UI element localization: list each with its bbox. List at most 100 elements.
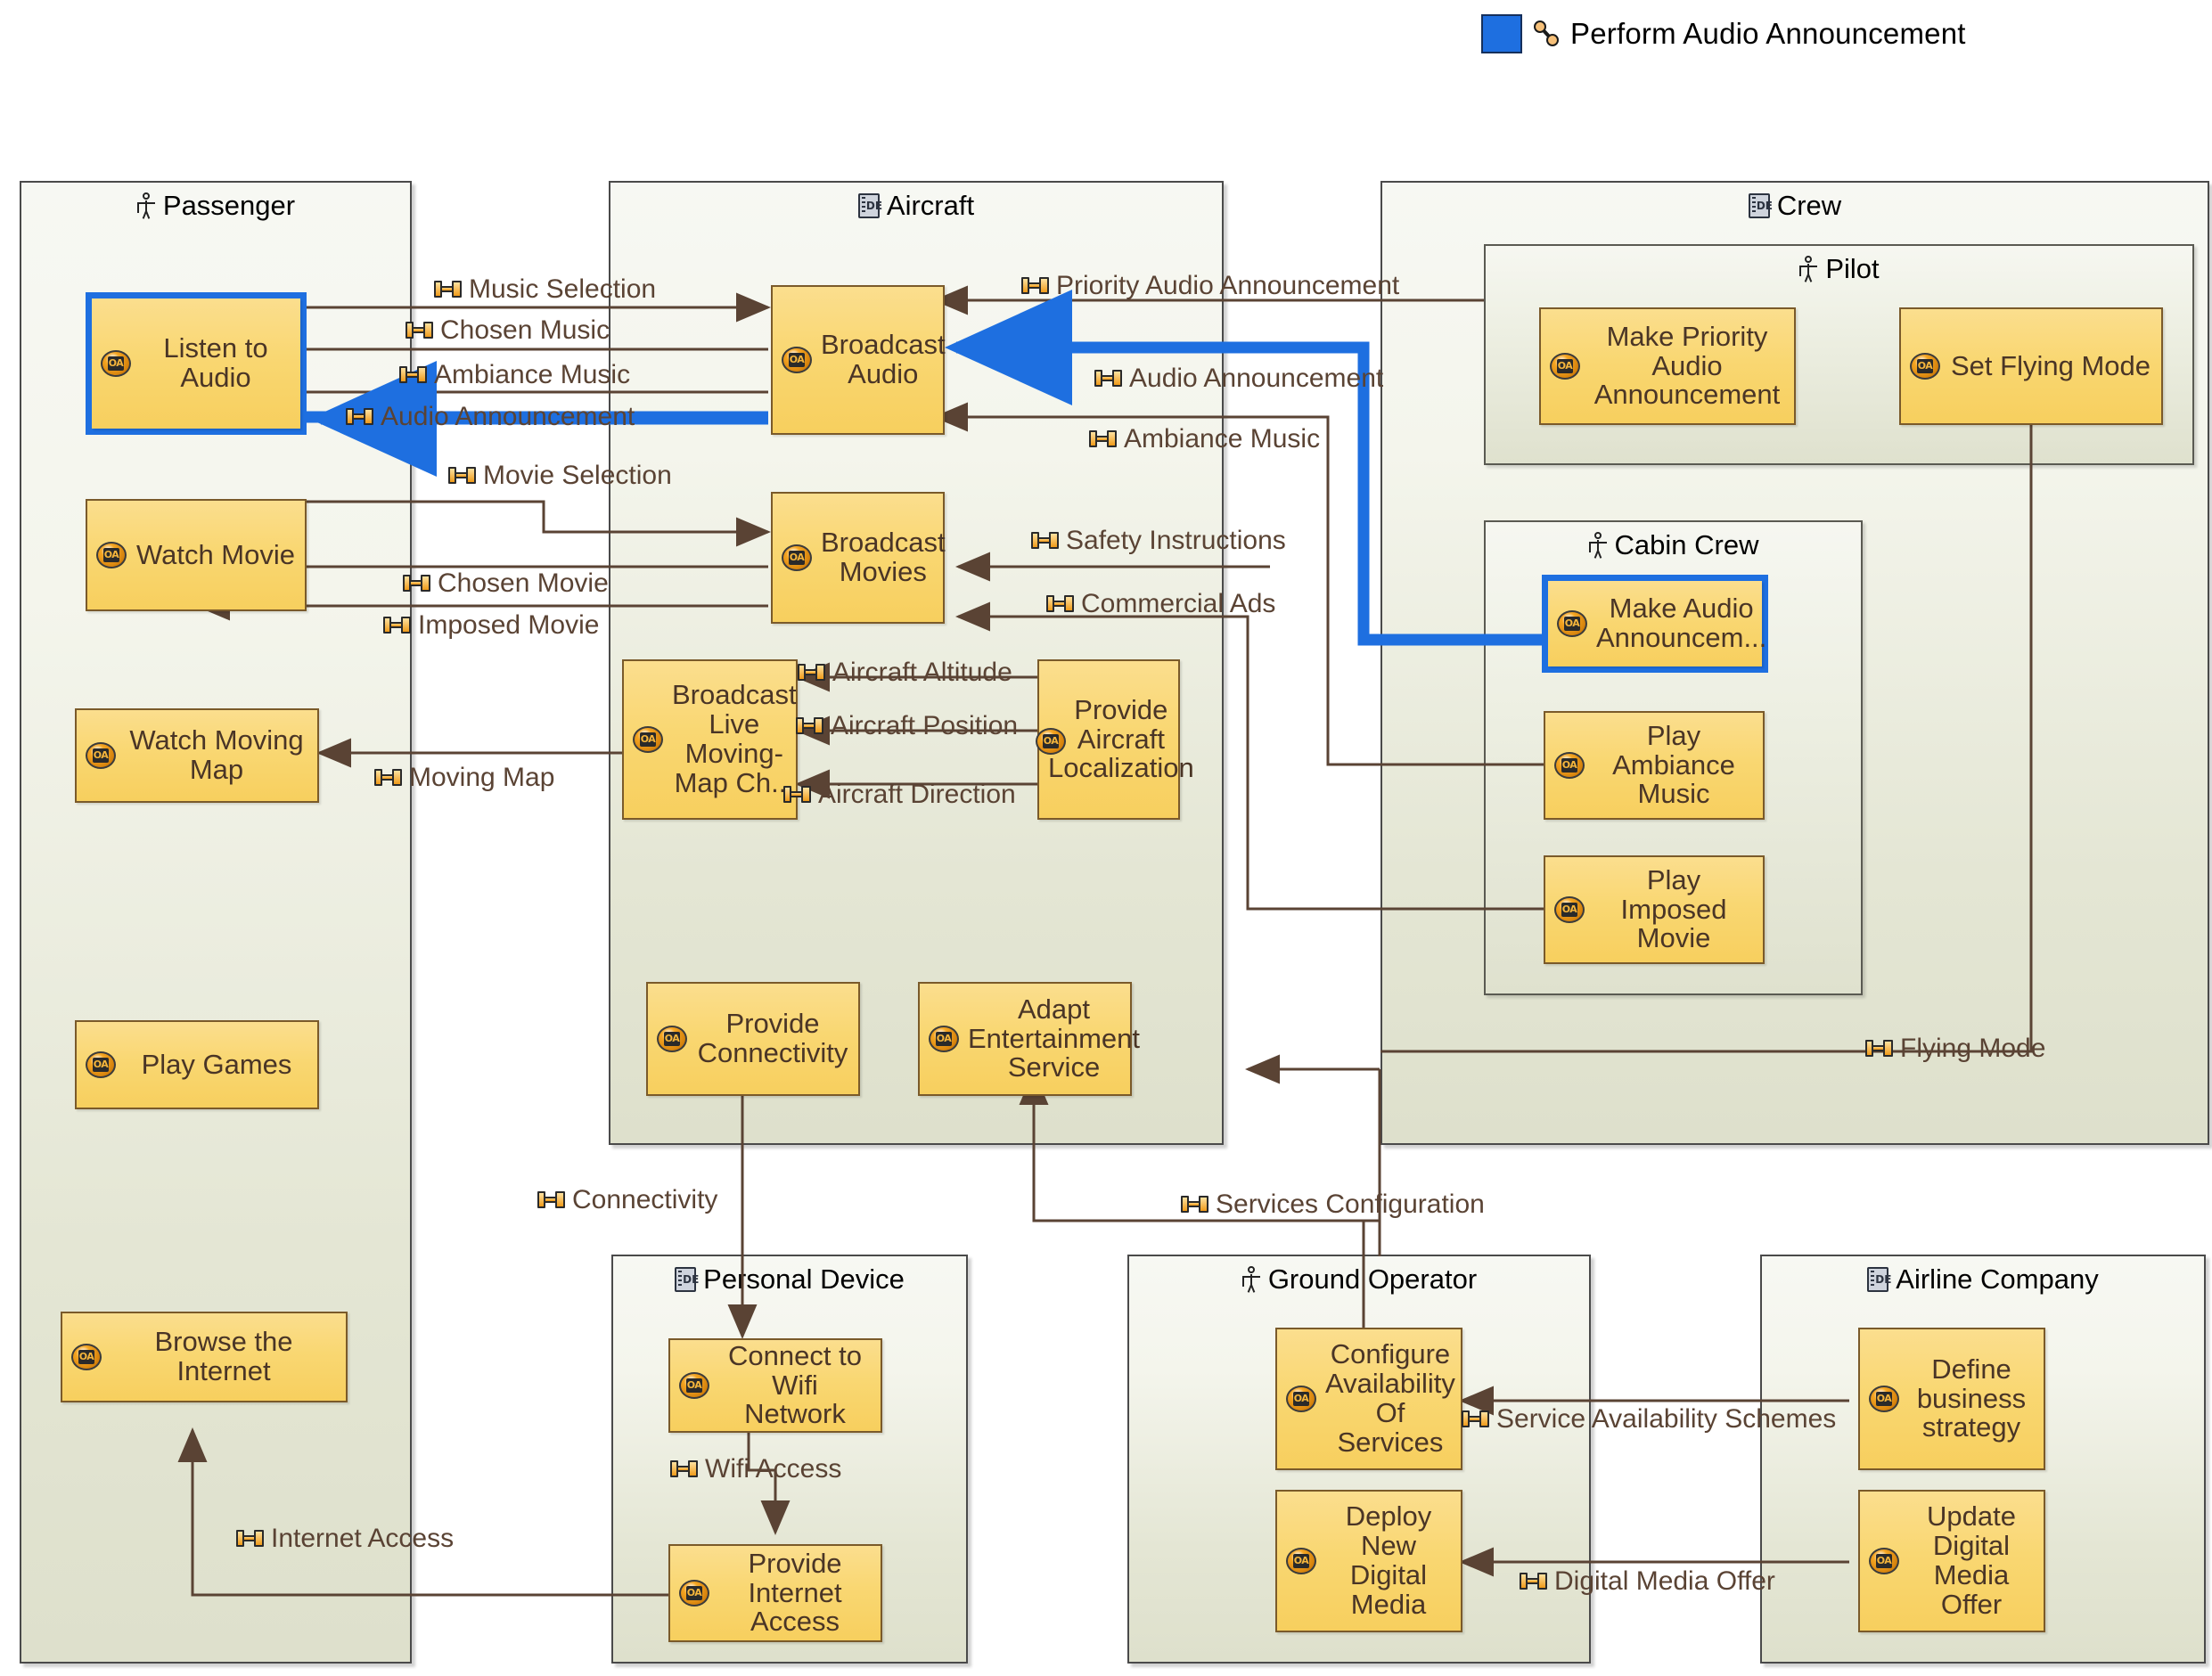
operational-activity-icon: OA <box>1554 752 1585 779</box>
activity-play-games[interactable]: OA Play Games <box>75 1020 319 1109</box>
flow-label-wifi-access[interactable]: Wifi Access <box>670 1456 841 1483</box>
activity-broadcast-movies[interactable]: OA Broadcast Movies <box>771 492 946 624</box>
activity-label: Define business strategy <box>1916 1353 2027 1443</box>
activity-play-imposed-movie[interactable]: OA Play Imposed Movie <box>1544 855 1765 964</box>
activity-update-digital-media-offer[interactable]: OA Update Digital Media Offer <box>1858 1490 2045 1632</box>
operational-exchange-icon <box>1865 1039 1894 1059</box>
operational-exchange-icon <box>1021 276 1050 296</box>
chain-link-icon <box>1531 19 1561 49</box>
operational-exchange-icon <box>434 280 463 299</box>
flow-label-digital-media-offer[interactable]: Digital Media Offer <box>1520 1568 1775 1595</box>
activity-provide-internet-access[interactable]: OA Provide Internet Access <box>668 1544 882 1642</box>
operational-activity-icon: OA <box>1869 1386 1899 1412</box>
container-title-ground-operator: Ground Operator <box>1129 1265 1589 1293</box>
activity-label: Provide Internet Access <box>748 1547 842 1638</box>
operational-exchange-icon <box>448 466 477 486</box>
activity-make-priority-audio-announcement[interactable]: OA Make Priority Audio Announcement <box>1539 307 1796 425</box>
legend: Perform Audio Announcement <box>1481 14 1966 53</box>
container-title-personal-device: Personal Device <box>613 1265 966 1293</box>
flow-label-service-availability-schemes[interactable]: Service Availability Schemes <box>1462 1406 1836 1433</box>
flow-label-commercial-ads[interactable]: Commercial Ads <box>1046 591 1275 617</box>
container-title-cabin-crew: Cabin Crew <box>1486 531 1861 559</box>
flow-label-chosen-music[interactable]: Chosen Music <box>406 317 610 344</box>
activity-label: Watch Moving Map <box>129 724 304 785</box>
flow-label-priority-audio-announcement[interactable]: Priority Audio Announcement <box>1021 273 1399 299</box>
operational-exchange-icon <box>1181 1195 1209 1214</box>
operational-exchange-icon <box>798 663 826 683</box>
operational-exchange-icon <box>1046 594 1075 614</box>
activity-define-business-strategy[interactable]: OA Define business strategy <box>1858 1328 2045 1470</box>
operational-exchange-icon <box>537 1190 566 1210</box>
operational-activity-icon: OA <box>657 1026 687 1052</box>
activity-label: Make Priority Audio Announcement <box>1593 320 1781 411</box>
activity-connect-to-wifi-network[interactable]: OA Connect to Wifi Network <box>668 1338 882 1433</box>
operational-activity-icon: OA <box>782 544 812 571</box>
activity-label: Broadcast Movies <box>821 527 946 587</box>
activity-label: Connect to Wifi Network <box>728 1339 862 1430</box>
activity-set-flying-mode[interactable]: OA Set Flying Mode <box>1899 307 2163 425</box>
flow-label-moving-map[interactable]: Moving Map <box>374 764 554 791</box>
activity-make-audio-announcement[interactable]: OA Make Audio Announcem... <box>1548 581 1766 666</box>
operational-activity-icon: OA <box>96 542 127 568</box>
activity-label: Watch Movie <box>135 538 295 570</box>
operational-activity-icon: OA <box>633 726 663 753</box>
operational-exchange-icon <box>783 785 812 805</box>
activity-label: Set Flying Mode <box>1951 349 2151 381</box>
activity-watch-moving-map[interactable]: OA Watch Moving Map <box>75 708 319 803</box>
flow-label-ambiance-music-right[interactable]: Ambiance Music <box>1089 426 1320 453</box>
operational-activity-icon: OA <box>1554 896 1585 923</box>
activity-label: Play Imposed Movie <box>1620 863 1727 954</box>
flow-label-aircraft-position[interactable]: Aircraft Position <box>796 713 1018 740</box>
actor-icon <box>136 192 156 219</box>
activity-adapt-entertainment-service[interactable]: OA Adapt Entertainment Service <box>918 982 1140 1096</box>
flow-label-safety-instructions[interactable]: Safety Instructions <box>1031 527 1286 554</box>
activity-watch-movie[interactable]: OA Watch Movie <box>86 499 307 611</box>
flow-label-ambiance-music-left[interactable]: Ambiance Music <box>399 362 630 388</box>
operational-activity-icon: OA <box>1286 1548 1316 1574</box>
operational-exchange-icon <box>346 407 374 427</box>
flow-label-flying-mode[interactable]: Flying Mode <box>1865 1035 2045 1062</box>
operational-exchange-icon <box>796 716 824 736</box>
activity-label: Broadcast Audio <box>821 329 946 389</box>
activity-label: Provide Aircraft Localization <box>1048 693 1194 784</box>
container-title-passenger: Passenger <box>21 192 410 219</box>
operational-exchange-icon <box>1520 1572 1548 1591</box>
operational-exchange-icon <box>236 1529 265 1549</box>
activity-provide-aircraft-localization[interactable]: Provide Aircraft Localization OA <box>1036 659 1194 820</box>
flow-label-audio-announcement-left[interactable]: Audio Announcement <box>346 404 635 430</box>
operational-exchange-icon <box>1094 369 1123 388</box>
operational-activity-icon: OA <box>679 1372 709 1399</box>
activity-deploy-new-digital-media[interactable]: OA Deploy New Digital Media <box>1275 1490 1462 1632</box>
flow-label-chosen-movie[interactable]: Chosen Movie <box>403 570 609 597</box>
activity-label: Configure Availability Of Services <box>1325 1338 1455 1458</box>
operational-activity-icon: OA <box>782 347 812 373</box>
activity-play-ambiance-music[interactable]: OA Play Ambiance Music <box>1544 711 1765 820</box>
activity-provide-connectivity[interactable]: OA Provide Connectivity <box>646 982 860 1096</box>
activity-label: Adapt Entertainment Service <box>968 993 1140 1083</box>
operational-exchange-icon <box>406 321 434 340</box>
flow-label-imposed-movie[interactable]: Imposed Movie <box>383 612 599 639</box>
activity-label: Listen to Audio <box>163 332 268 393</box>
actor-icon <box>1588 531 1608 559</box>
flow-label-music-selection[interactable]: Music Selection <box>434 276 656 303</box>
activity-listen-to-audio[interactable]: OA Listen to Audio <box>92 298 300 429</box>
container-title-aircraft: Aircraft <box>610 192 1222 219</box>
actor-icon <box>1241 1265 1261 1293</box>
flow-label-movie-selection[interactable]: Movie Selection <box>448 462 672 489</box>
legend-color-swatch <box>1481 14 1522 53</box>
flow-label-services-configuration[interactable]: Services Configuration <box>1181 1191 1485 1218</box>
activity-broadcast-live-moving-map[interactable]: OA Broadcast Live Moving-Map Ch... <box>622 659 798 820</box>
flow-label-internet-access[interactable]: Internet Access <box>236 1525 454 1552</box>
operational-activity-icon: OA <box>86 1051 116 1078</box>
flow-label-connectivity[interactable]: Connectivity <box>537 1187 717 1214</box>
activity-label: Provide Connectivity <box>697 1008 848 1068</box>
activity-browse-the-internet[interactable]: OA Browse the Internet <box>61 1312 348 1402</box>
activity-broadcast-audio[interactable]: OA Broadcast Audio <box>771 285 946 435</box>
operational-exchange-icon <box>383 616 412 635</box>
block-icon <box>675 1266 697 1292</box>
flow-label-aircraft-altitude[interactable]: Aircraft Altitude <box>798 659 1012 686</box>
flow-label-aircraft-direction[interactable]: Aircraft Direction <box>783 781 1016 808</box>
activity-configure-availability-of-services[interactable]: OA Configure Availability Of Services <box>1275 1328 1462 1470</box>
diagram-canvas: Perform Audio Announcement Passenger Air… <box>0 0 2212 1676</box>
flow-label-audio-announcement-right[interactable]: Audio Announcement <box>1094 365 1383 392</box>
